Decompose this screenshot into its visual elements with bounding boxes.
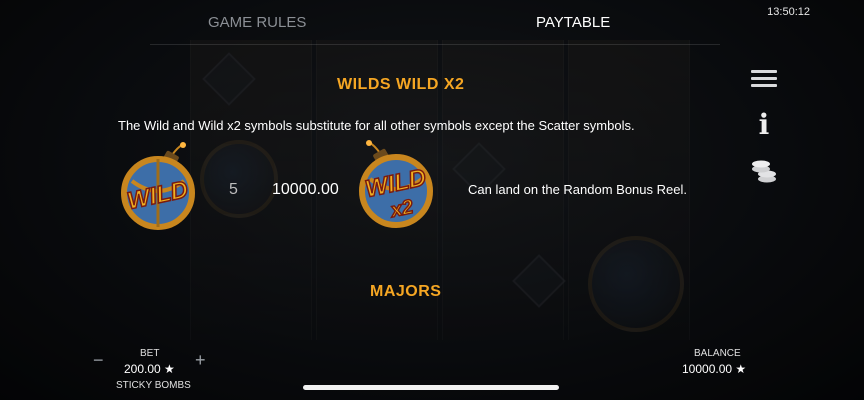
game-name: STICKY BOMBS bbox=[116, 380, 191, 391]
wilds-section-title: WILDS WILD X2 bbox=[337, 76, 465, 93]
wild-symbol-icon: WILD bbox=[112, 141, 204, 233]
info-icon[interactable]: i bbox=[742, 102, 786, 146]
tab-divider bbox=[150, 44, 720, 45]
increase-bet-button[interactable]: + bbox=[195, 350, 206, 371]
balance-value: 10000.00 ★ bbox=[682, 362, 747, 376]
majors-section-title: MAJORS bbox=[370, 283, 442, 300]
bet-label: BET bbox=[140, 348, 160, 359]
wilds-description: The Wild and Wild x2 symbols substitute … bbox=[118, 118, 635, 133]
tab-game-rules[interactable]: GAME RULES bbox=[208, 14, 306, 31]
wild-pay-count: 5 bbox=[229, 181, 238, 198]
tab-paytable[interactable]: PAYTABLE bbox=[536, 14, 610, 31]
balance-label: BALANCE bbox=[694, 348, 741, 359]
home-indicator[interactable] bbox=[303, 385, 559, 390]
wild-pay-value: 10000.00 bbox=[272, 181, 339, 198]
bet-value: 200.00 ★ bbox=[124, 362, 175, 376]
wild-x2-note: Can land on the Random Bonus Reel. bbox=[468, 182, 687, 197]
wild-x2-symbol-icon: WILD x2 bbox=[350, 139, 442, 231]
hamburger-menu-icon[interactable] bbox=[742, 56, 786, 100]
coins-stack-icon[interactable] bbox=[742, 148, 786, 192]
paytable-tabs: GAME RULES PAYTABLE bbox=[150, 14, 720, 46]
clock: 13:50:12 bbox=[767, 6, 810, 18]
side-menu: i bbox=[742, 56, 786, 194]
decrease-bet-button[interactable]: − bbox=[93, 350, 104, 371]
